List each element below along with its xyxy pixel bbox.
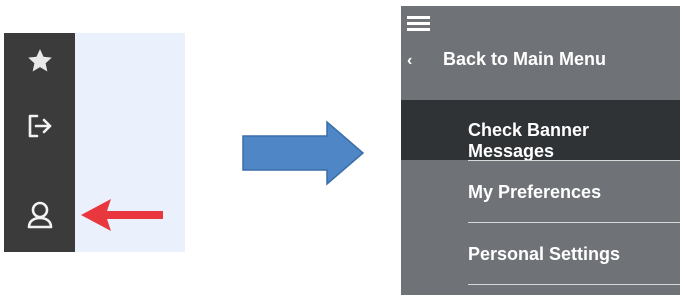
- red-pointer-arrow-icon: [77, 196, 167, 241]
- chevron-left-icon: ‹: [407, 52, 413, 69]
- user-icon[interactable]: [4, 195, 75, 235]
- menu-item-label: Check Banner Messages: [468, 120, 590, 161]
- star-icon[interactable]: [4, 46, 75, 76]
- menu-item-personal-settings[interactable]: Personal Settings: [401, 224, 680, 284]
- right-arrow-icon: [241, 120, 365, 191]
- back-to-main-menu-label: Back to Main Menu: [443, 49, 607, 69]
- menu-item-my-preferences[interactable]: My Preferences: [401, 162, 680, 222]
- hamburger-menu-icon[interactable]: [407, 16, 430, 32]
- divider: [468, 160, 680, 161]
- user-menu-panel: ‹ Back to Main Menu Check Banner Message…: [401, 6, 680, 295]
- left-sidebar: [4, 33, 75, 252]
- menu-item-label: Personal Settings: [468, 244, 621, 264]
- divider: [468, 284, 680, 285]
- menu-item-check-banner-messages[interactable]: Check Banner Messages: [401, 100, 680, 161]
- menu-item-label: My Preferences: [468, 182, 602, 202]
- divider: [468, 222, 680, 223]
- sign-out-icon[interactable]: [4, 111, 75, 141]
